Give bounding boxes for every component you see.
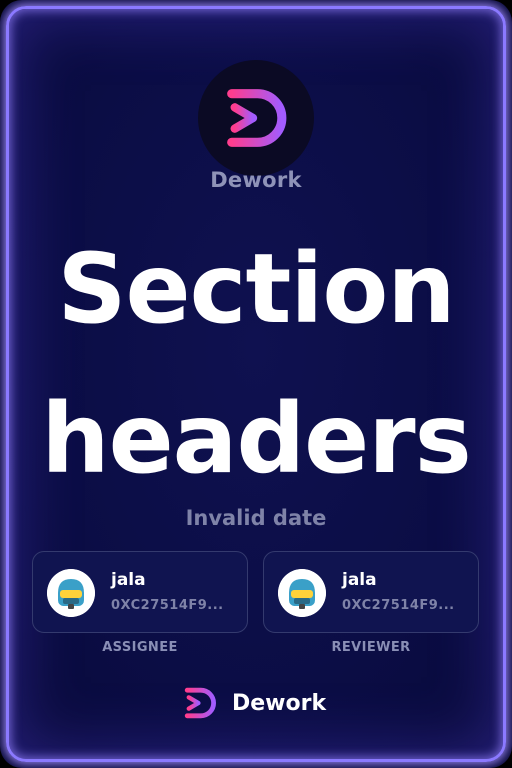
assignee-address: 0XC27514F9... (111, 598, 224, 613)
page-title: Section headers (0, 214, 512, 514)
dework-logo (198, 60, 314, 176)
reviewer-address: 0XC27514F9... (342, 598, 455, 613)
reviewer-role-label: REVIEWER (331, 640, 411, 655)
title-line-2: headers (41, 383, 472, 495)
assignee-role-label: ASSIGNEE (102, 640, 178, 655)
title-line-1: Section (57, 233, 455, 345)
task-card: Dework Section headers Invalid date jala… (0, 0, 512, 768)
brand-name-footer: Dework (232, 690, 327, 716)
dework-logo-icon (227, 89, 287, 147)
assignee-name: jala (111, 570, 146, 590)
assignee-card[interactable]: jala 0XC27514F9... (32, 551, 248, 633)
reviewer-card[interactable]: jala 0XC27514F9... (263, 551, 479, 633)
dework-logo-small-icon (184, 687, 216, 719)
footer-brand: Dework (180, 683, 326, 723)
due-date: Invalid date (185, 506, 327, 530)
reviewer-name: jala (342, 570, 377, 590)
brand-name-top: Dework (210, 168, 302, 192)
helmet-avatar-icon (47, 569, 95, 617)
helmet-avatar-icon (278, 569, 326, 617)
